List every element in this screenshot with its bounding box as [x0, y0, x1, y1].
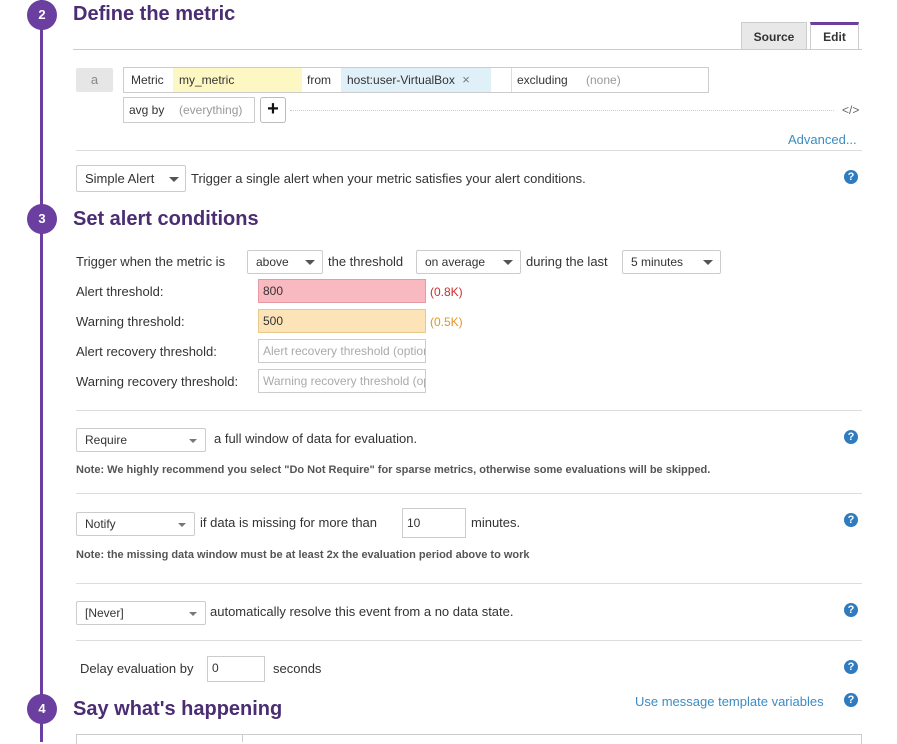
plus-icon: +	[267, 98, 279, 120]
chevron-down-icon	[305, 260, 315, 265]
delay-label: Delay evaluation by	[80, 661, 194, 676]
section-divider	[76, 150, 862, 151]
alert-type-select[interactable]: Simple Alert	[76, 165, 186, 192]
section-divider	[76, 493, 862, 494]
missing-data-select[interactable]: Notify	[76, 512, 195, 536]
alert-threshold-label: Alert threshold:	[76, 284, 164, 299]
help-icon[interactable]: ?	[844, 513, 858, 527]
from-label: from	[307, 73, 331, 87]
comparator-value: above	[256, 255, 289, 269]
query-divider	[511, 68, 512, 92]
chevron-down-icon	[169, 177, 179, 182]
chevron-down-icon	[189, 439, 197, 443]
window-select[interactable]: 5 minutes	[622, 250, 721, 274]
window-value: 5 minutes	[631, 255, 684, 269]
remove-tag-icon[interactable]: ×	[462, 72, 470, 87]
chevron-down-icon	[503, 260, 513, 265]
step-2-title: Define the metric	[73, 3, 236, 25]
missing-unit: minutes.	[471, 515, 521, 530]
help-icon[interactable]: ?	[844, 660, 858, 674]
warning-threshold-label: Warning threshold:	[76, 314, 185, 329]
comparator-select[interactable]: above	[247, 250, 323, 274]
aggregation-value: on average	[425, 255, 486, 269]
warning-threshold-hint: (0.5K)	[430, 315, 463, 329]
help-icon[interactable]: ?	[844, 693, 858, 707]
help-icon[interactable]: ?	[844, 170, 858, 184]
require-value: Require	[85, 433, 128, 447]
resolve-value: [Never]	[85, 606, 124, 620]
tab-source[interactable]: Source	[741, 22, 807, 50]
excluding-label: excluding	[517, 73, 568, 87]
missing-data-text: if data is missing for more than	[200, 515, 378, 530]
add-grouping-button[interactable]: +	[260, 97, 286, 123]
resolve-text: automatically resolve this event from a …	[210, 604, 514, 619]
delay-unit: seconds	[273, 661, 322, 676]
step-4-title: Say what's happening	[73, 698, 283, 720]
from-tag-label: host:user-VirtualBox	[347, 73, 455, 87]
chevron-down-icon	[703, 260, 713, 265]
alert-threshold-input[interactable]: 800	[258, 279, 426, 303]
step-3-badge: 3	[27, 204, 57, 234]
chevron-down-icon	[189, 612, 197, 616]
require-note: Note: We highly recommend you select "Do…	[76, 464, 711, 476]
aggregation-select[interactable]: on average	[416, 250, 521, 274]
delay-input[interactable]: 0	[207, 656, 265, 682]
steps-timeline	[40, 0, 43, 742]
during-text: during the last	[526, 254, 608, 269]
message-editor[interactable]	[76, 734, 862, 744]
resolve-select[interactable]: [Never]	[76, 601, 206, 625]
query-letter: a	[76, 68, 113, 92]
warning-threshold-input[interactable]: 500	[258, 309, 426, 333]
advanced-link[interactable]: Advanced...	[788, 132, 857, 147]
tabs-divider	[73, 49, 862, 50]
step-3-title: Set alert conditions	[73, 208, 259, 230]
metric-field[interactable]: my_metric	[173, 68, 302, 92]
step-2-badge: 2	[27, 0, 57, 30]
help-icon[interactable]: ?	[844, 430, 858, 444]
alert-threshold-hint: (0.8K)	[430, 285, 463, 299]
code-icon[interactable]: </>	[842, 103, 859, 117]
warning-recovery-label: Warning recovery threshold:	[76, 374, 239, 389]
threshold-text: the threshold	[328, 254, 404, 269]
avgby-label: avg by	[129, 103, 165, 117]
missing-note: Note: the missing data window must be at…	[76, 549, 530, 561]
chevron-down-icon	[178, 523, 186, 527]
query-dashed-divider	[290, 110, 834, 111]
alert-recovery-label: Alert recovery threshold:	[76, 344, 217, 359]
missing-minutes-input[interactable]: 10	[402, 508, 466, 538]
help-icon[interactable]: ?	[844, 603, 858, 617]
metric-label: Metric	[131, 73, 164, 87]
tab-edit[interactable]: Edit	[810, 22, 859, 50]
step-4-badge: 4	[27, 694, 57, 724]
alert-recovery-input[interactable]: Alert recovery threshold (optional)	[258, 339, 426, 363]
section-divider	[76, 410, 862, 411]
excluding-field[interactable]: (none)	[586, 68, 621, 92]
require-text: a full window of data for evaluation.	[214, 431, 418, 446]
section-divider	[76, 583, 862, 584]
message-template-link[interactable]: Use message template variables	[635, 694, 824, 709]
alert-type-description: Trigger a single alert when your metric …	[191, 171, 586, 186]
require-select[interactable]: Require	[76, 428, 206, 452]
section-divider	[76, 640, 862, 641]
trigger-prefix: Trigger when the metric is	[76, 254, 226, 269]
missing-data-value: Notify	[85, 517, 116, 531]
avgby-field[interactable]: (everything)	[179, 98, 242, 122]
alert-type-value: Simple Alert	[85, 171, 155, 186]
message-editor-divider	[242, 734, 243, 742]
from-tag[interactable]: host:user-VirtualBox ×	[341, 68, 491, 92]
warning-recovery-input[interactable]: Warning recovery threshold (optional)	[258, 369, 426, 393]
